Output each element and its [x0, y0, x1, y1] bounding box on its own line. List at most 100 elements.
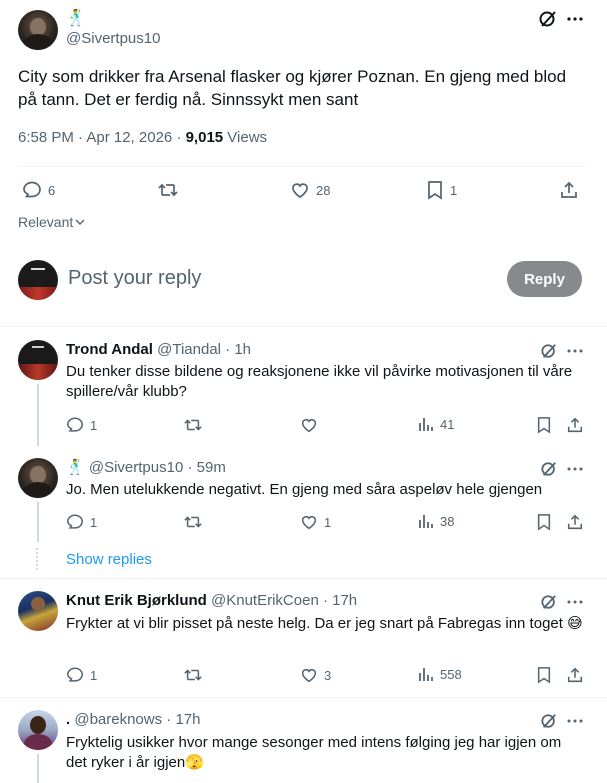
bookmark-icon — [536, 416, 552, 434]
heart-icon — [300, 416, 318, 434]
retweet-icon — [183, 416, 203, 434]
reply-count: 1 — [90, 667, 98, 683]
reply-icon — [66, 416, 84, 434]
reply-author-name[interactable]: Trond Andal — [66, 341, 153, 358]
retweet-action[interactable] — [183, 513, 203, 531]
more-options-icon[interactable] — [566, 342, 584, 360]
show-replies-link[interactable]: Show replies — [66, 551, 152, 568]
like-action[interactable]: 28 — [290, 180, 330, 200]
reply-text: Du tenker disse bildene og reaksjonene i… — [66, 363, 573, 400]
reply-icon — [22, 180, 42, 200]
reply-action[interactable]: 1 — [66, 416, 97, 434]
reply-count: 6 — [48, 182, 56, 198]
chevron-down-icon — [75, 218, 85, 226]
share-icon — [566, 666, 584, 684]
views-count: 558 — [440, 666, 462, 682]
more-options-icon[interactable] — [566, 9, 584, 29]
avatar[interactable] — [18, 458, 58, 498]
reply-icon — [66, 513, 84, 531]
bookmark-action[interactable] — [536, 513, 552, 531]
views-count: 9,015 — [185, 129, 224, 146]
bookmark-action[interactable]: 1 — [426, 180, 457, 200]
bookmark-icon — [536, 513, 552, 531]
avatar[interactable] — [18, 340, 58, 380]
retweet-action[interactable] — [183, 666, 203, 684]
share-action[interactable] — [566, 416, 584, 434]
reply-icon — [66, 666, 84, 684]
reply-button[interactable]: Reply — [507, 261, 582, 297]
share-icon — [566, 416, 584, 434]
grok-icon[interactable] — [538, 9, 558, 29]
views-action[interactable]: 38 — [418, 513, 454, 529]
post-time[interactable]: 6:58 PM · Apr 12, 2026 · — [18, 129, 186, 146]
analytics-icon — [418, 416, 434, 432]
reply-header: 🕺 @Sivertpus10 · 59m — [66, 458, 226, 476]
grok-icon[interactable] — [540, 593, 558, 611]
like-action[interactable]: 1 — [300, 513, 331, 531]
reply-author-handle[interactable]: @bareknows · 17h — [74, 711, 200, 728]
views-label: Views — [223, 129, 268, 146]
grok-icon[interactable] — [540, 712, 558, 730]
reply-count: 1 — [90, 514, 98, 530]
share-action[interactable] — [566, 666, 584, 684]
reply-author-name[interactable]: 🕺 — [66, 459, 85, 476]
views-action[interactable]: 558 — [418, 666, 462, 682]
current-user-avatar[interactable] — [18, 260, 58, 300]
like-count: 3 — [324, 667, 332, 683]
reply-header: Trond Andal @Tiandal · 1h — [66, 341, 251, 358]
reply-author-handle[interactable]: @KnutErikCoen · 17h — [211, 592, 357, 609]
reply-header: . @bareknows · 17h — [66, 711, 200, 728]
reply-author-name[interactable]: . — [66, 711, 70, 728]
post-meta: 6:58 PM · Apr 12, 2026 · 9,015 Views — [18, 129, 267, 146]
bookmark-action[interactable] — [536, 416, 552, 434]
sort-label: Relevant — [18, 214, 74, 230]
avatar[interactable] — [18, 10, 58, 50]
like-count: 28 — [316, 182, 331, 198]
author-handle[interactable]: @Sivertpus10 — [66, 30, 160, 47]
thread-line — [37, 502, 39, 542]
grok-icon[interactable] — [540, 342, 558, 360]
thread-line — [37, 754, 39, 783]
retweet-action[interactable] — [157, 180, 185, 200]
bookmark-icon — [426, 180, 444, 200]
sort-dropdown[interactable]: Relevant — [18, 214, 85, 230]
reply-action[interactable]: 1 — [66, 513, 97, 531]
heart-icon — [290, 180, 310, 200]
like-action[interactable] — [300, 416, 324, 434]
retweet-icon — [183, 666, 203, 684]
retweet-action[interactable] — [183, 416, 203, 434]
like-count: 1 — [324, 514, 332, 530]
views-count: 41 — [440, 416, 455, 432]
reply-text: Frykter at vi blir pisset på neste helg.… — [66, 615, 583, 632]
thread-dots — [36, 548, 40, 570]
reply-action[interactable]: 6 — [22, 180, 55, 200]
reply-action[interactable]: 1 — [66, 666, 97, 684]
heart-icon — [300, 666, 318, 684]
share-action[interactable] — [559, 180, 579, 200]
avatar[interactable] — [18, 710, 58, 750]
post-text: City som drikker fra Arsenal flasker og … — [18, 67, 567, 109]
like-action[interactable]: 3 — [300, 666, 331, 684]
reply-count: 1 — [90, 417, 98, 433]
share-action[interactable] — [566, 513, 584, 531]
reply-header: Knut Erik Bjørklund @KnutErikCoen · 17h — [66, 592, 357, 609]
thread-line — [37, 384, 39, 446]
reply-text: Fryktelig usikker hvor mange sesonger me… — [66, 734, 562, 771]
reply-input[interactable]: Post your reply — [68, 267, 488, 290]
reply-author-handle[interactable]: @Sivertpus10 · 59m — [89, 459, 226, 476]
avatar[interactable] — [18, 591, 58, 631]
retweet-icon — [157, 180, 179, 200]
heart-icon — [300, 513, 318, 531]
reply-author-handle[interactable]: @Tiandal · 1h — [157, 341, 251, 358]
more-options-icon[interactable] — [566, 593, 584, 611]
analytics-icon — [418, 666, 434, 682]
bookmark-icon — [536, 666, 552, 684]
more-options-icon[interactable] — [566, 460, 584, 478]
grok-icon[interactable] — [540, 460, 558, 478]
reply-author-name[interactable]: Knut Erik Bjørklund — [66, 592, 207, 609]
views-action[interactable]: 41 — [418, 416, 454, 432]
bookmark-action[interactable] — [536, 666, 552, 684]
more-options-icon[interactable] — [566, 712, 584, 730]
bookmark-count: 1 — [450, 182, 458, 198]
reply-text: Jo. Men utelukkende negativt. En gjeng m… — [66, 481, 543, 498]
